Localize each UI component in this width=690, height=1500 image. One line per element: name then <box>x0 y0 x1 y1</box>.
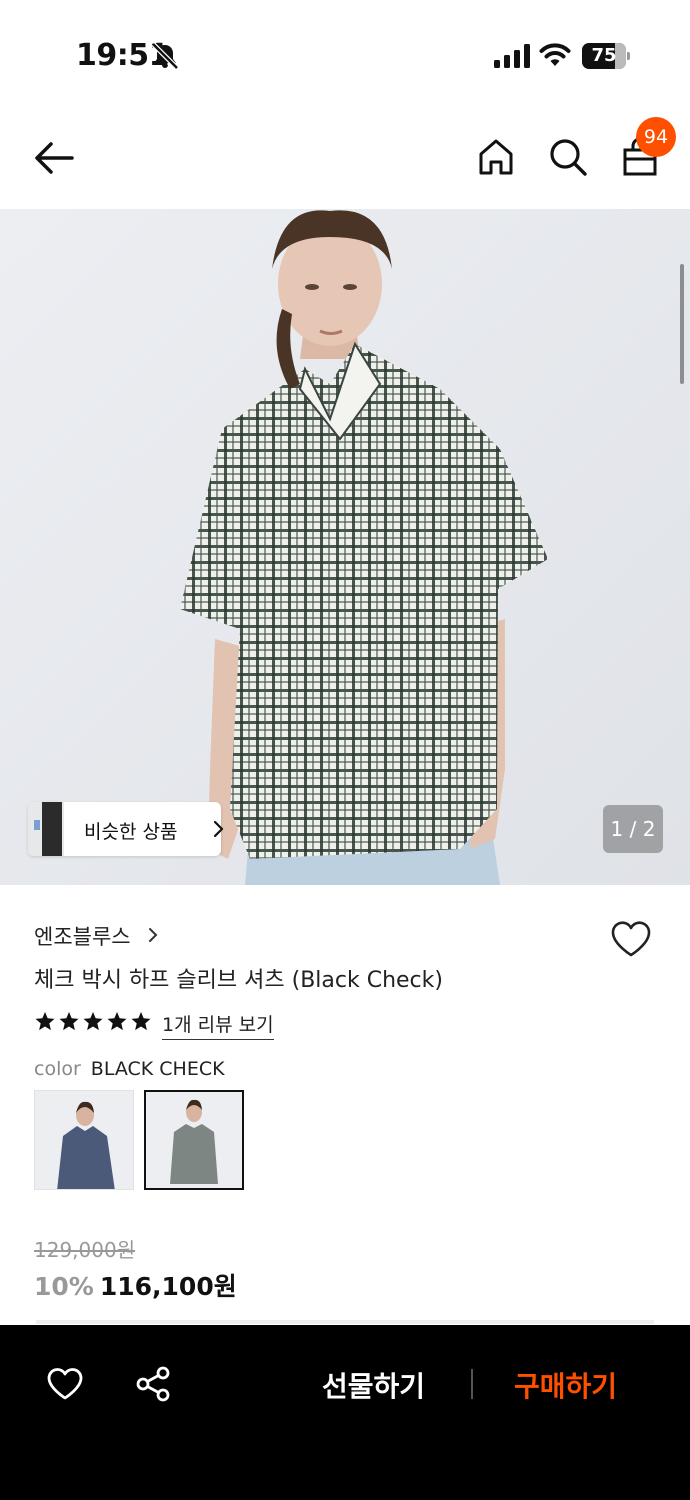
original-price: 129,000원 <box>34 1238 136 1262</box>
cellular-signal-icon <box>494 44 530 68</box>
product-name: 체크 박시 하프 슬리브 셔츠 (Black Check) <box>34 968 443 993</box>
review-link[interactable]: 1개 리뷰 보기 <box>162 1010 274 1040</box>
battery-icon: 75 <box>582 43 630 69</box>
cart-count-badge: 94 <box>636 117 676 157</box>
bell-slash-icon <box>151 42 179 70</box>
color-swatch-black-check[interactable] <box>144 1090 244 1190</box>
color-value: BLACK CHECK <box>90 1058 225 1080</box>
color-swatch-navy[interactable] <box>34 1090 134 1190</box>
product-photo <box>0 209 690 885</box>
discount-rate: 10% <box>34 1272 94 1301</box>
chevron-right-icon <box>213 820 224 838</box>
product-image-gallery[interactable]: 비슷한 상품 1 / 2 <box>0 209 690 885</box>
brand-link[interactable]: 엔조블루스 <box>34 921 131 951</box>
color-option-row: color BLACK CHECK <box>34 1058 225 1080</box>
final-price: 116,100원 <box>99 1272 237 1301</box>
gift-button[interactable]: 선물하기 <box>322 1365 425 1405</box>
buy-button[interactable]: 구매하기 <box>514 1365 617 1405</box>
color-label: color <box>34 1058 81 1080</box>
wifi-icon <box>539 43 571 66</box>
rating-stars <box>35 1012 151 1031</box>
heart-icon[interactable] <box>46 1367 84 1401</box>
battery-level: 75 <box>591 45 617 66</box>
home-icon[interactable] <box>476 137 516 177</box>
scroll-indicator <box>680 264 684 384</box>
status-bar: 19:51 75 <box>0 0 690 105</box>
section-divider <box>36 1320 654 1324</box>
back-arrow-icon[interactable] <box>32 139 76 177</box>
similar-product-thumbnail <box>28 802 64 856</box>
wishlist-heart-icon[interactable] <box>610 920 652 958</box>
image-pager: 1 / 2 <box>603 805 663 853</box>
button-separator <box>471 1369 473 1399</box>
top-nav: 94 <box>0 105 690 209</box>
share-icon[interactable] <box>134 1365 172 1403</box>
similar-products-button[interactable]: 비슷한 상품 <box>28 802 224 856</box>
price-row: 10% 116,100원 <box>34 1267 237 1303</box>
similar-products-label: 비슷한 상품 <box>84 821 178 843</box>
search-icon[interactable] <box>548 137 588 177</box>
bottom-action-bar: 선물하기 구매하기 <box>0 1325 690 1500</box>
chevron-right-icon <box>149 928 158 942</box>
